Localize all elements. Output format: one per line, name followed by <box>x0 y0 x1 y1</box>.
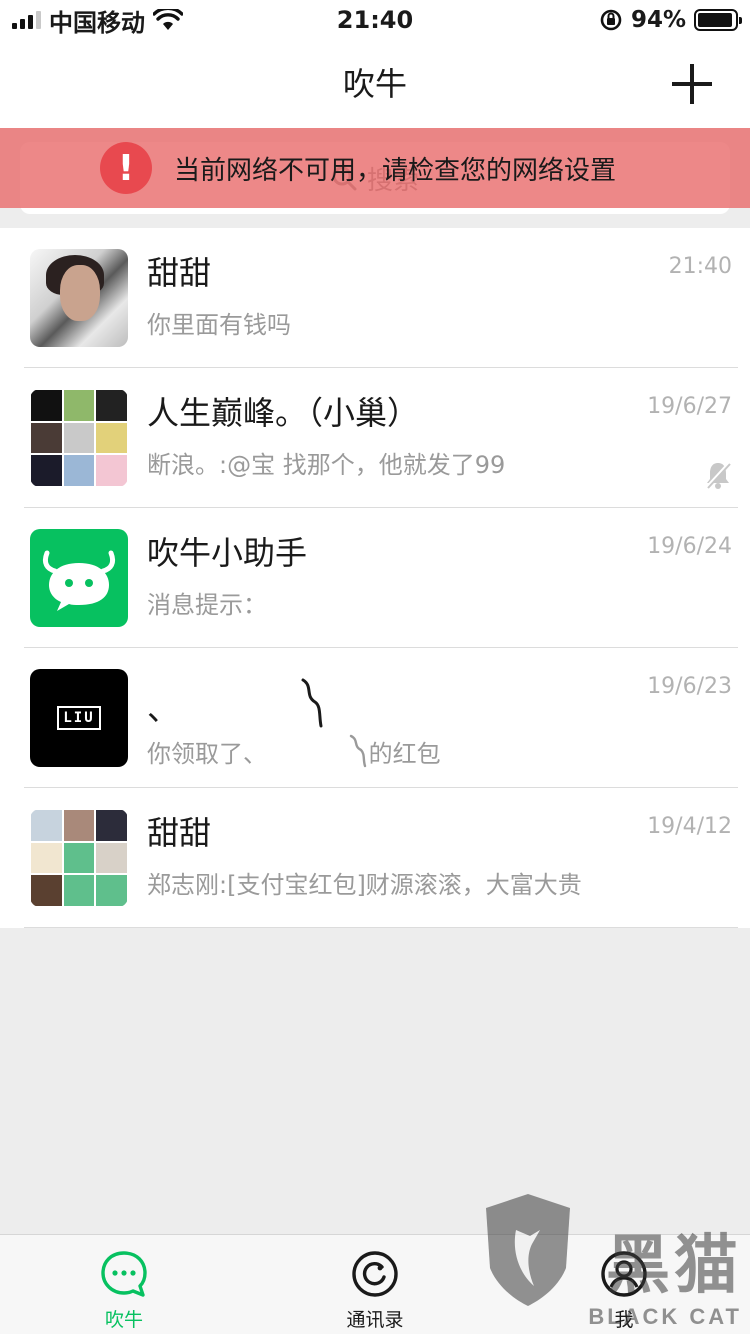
page-title: 吹牛 <box>342 65 407 103</box>
chat-row[interactable]: 甜甜 郑志刚:[支付宝红包]财源滚滚，大富大贵 19/4/12 <box>0 788 750 928</box>
chat-preview: 你领取了、 的红包 <box>147 728 441 771</box>
divider <box>24 927 738 928</box>
tab-bar: 吹牛 通讯录 我 黑猫 BLACK CAT <box>0 1194 750 1334</box>
banner-text: 当前网络不可用，请检查您的网络设置 <box>174 155 617 186</box>
tab-contacts[interactable]: 通讯录 <box>315 1249 435 1333</box>
chat-time: 19/6/24 <box>647 534 732 559</box>
contacts-icon <box>352 1251 398 1297</box>
avatar: LIU <box>30 669 128 767</box>
group-avatar <box>30 809 128 907</box>
watermark-text: 黑猫 <box>606 1229 742 1301</box>
chat-name: 吹牛小助手 <box>147 534 308 572</box>
chat-time: 19/6/27 <box>647 394 732 419</box>
avatar <box>30 249 128 347</box>
chat-time: 19/6/23 <box>647 674 732 699</box>
chat-name: 甜甜 <box>147 814 212 852</box>
chat-row[interactable]: 人生巅峰。（小巢） 断浪。:@宝 找那个，他就发了99 19/6/27 <box>0 368 750 508</box>
avatar-logo-text: LIU <box>57 706 101 730</box>
nav-bar: 吹牛 <box>0 40 750 128</box>
chat-row[interactable]: 甜甜 你里面有钱吗 21:40 <box>0 228 750 368</box>
chat-name: 甜甜 <box>147 254 212 292</box>
squiggle-glyph <box>349 734 366 768</box>
chat-preview: 消息提示： <box>147 591 267 619</box>
chat-name: 、 <box>147 670 323 732</box>
chat-preview: 断浪。:@宝 找那个，他就发了99 <box>147 451 506 479</box>
squiggle-glyph <box>301 678 323 728</box>
bull-chat-icon <box>42 550 116 611</box>
tab-label: 通讯录 <box>346 1309 404 1331</box>
chat-list-screen: 中国移动 21:40 94% 吹牛 ! 当前网络不可用，请检查您的网络设置 甜甜… <box>0 0 750 1334</box>
chat-preview: 郑志刚:[支付宝红包]财源滚滚，大富大贵 <box>147 871 582 899</box>
exclamation-icon: ! <box>100 142 152 194</box>
tab-label: 吹牛 <box>104 1309 143 1331</box>
group-avatar <box>30 389 128 487</box>
watermark: 黑猫 BLACK CAT <box>478 1194 748 1330</box>
status-bar: 中国移动 21:40 94% <box>0 0 750 40</box>
tab-chats[interactable]: 吹牛 <box>64 1249 184 1333</box>
cat-shield-logo <box>486 1194 570 1306</box>
watermark-subtext: BLACK CAT <box>588 1304 742 1329</box>
chat-row[interactable]: LIU 、 你领取了、 的红包 19/6/23 <box>0 648 750 788</box>
chat-list: 甜甜 你里面有钱吗 21:40 人生巅峰。（小巢） 断浪。:@宝 找那个，他就发… <box>0 228 750 928</box>
rotation-lock-icon <box>600 9 622 31</box>
battery-icon <box>694 9 742 31</box>
assistant-avatar <box>30 529 128 627</box>
chat-row[interactable]: 吹牛小助手 消息提示： 19/6/24 <box>0 508 750 648</box>
chat-bubble-icon <box>101 1251 147 1297</box>
chat-name: 人生巅峰。（小巢） <box>147 394 420 432</box>
network-error-banner[interactable]: ! 当前网络不可用，请检查您的网络设置 <box>0 128 750 208</box>
chat-time: 21:40 <box>668 254 732 279</box>
status-right: 94% <box>599 4 742 36</box>
mute-bell-icon <box>705 461 731 489</box>
battery-percent: 94% <box>630 7 686 33</box>
chat-time: 19/4/12 <box>647 814 732 839</box>
chat-preview: 你里面有钱吗 <box>147 311 291 339</box>
add-button[interactable] <box>672 64 712 104</box>
